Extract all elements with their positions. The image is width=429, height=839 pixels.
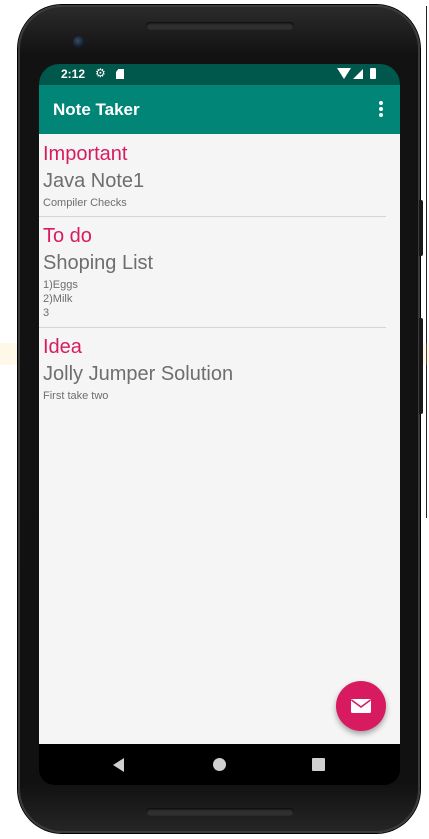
status-time: 2:12 — [61, 67, 86, 81]
email-icon — [351, 699, 371, 713]
note-item[interactable]: Idea Jolly Jumper Solution First take tw… — [43, 335, 386, 403]
front-camera — [73, 36, 85, 48]
navigation-bar — [39, 744, 400, 785]
note-item[interactable]: Important Java Note1 Compiler Checks — [43, 142, 386, 210]
app-title: Note Taker — [53, 100, 140, 119]
app-bar: Note Taker — [39, 85, 400, 134]
note-divider — [39, 327, 386, 328]
back-icon[interactable] — [113, 758, 124, 772]
note-body: Compiler Checks — [43, 197, 127, 209]
more-vert-icon[interactable] — [372, 100, 390, 120]
note-category: Idea — [43, 336, 82, 358]
signal-icon — [353, 69, 363, 79]
sd-card-icon — [116, 69, 124, 79]
power-button[interactable] — [419, 200, 423, 256]
volume-button[interactable] — [419, 318, 423, 414]
note-divider — [39, 216, 386, 217]
gear-icon: ⚙ — [95, 66, 106, 80]
battery-icon — [370, 68, 376, 79]
top-speaker-grille — [146, 22, 294, 30]
note-category: Important — [43, 143, 128, 165]
recents-icon[interactable] — [312, 758, 325, 771]
note-category: To do — [43, 225, 92, 247]
note-title: Java Note1 — [43, 170, 145, 192]
note-body: 1)Eggs 2)Milk 3 — [43, 279, 78, 319]
notes-list: Important Java Note1 Compiler Checks To … — [39, 134, 400, 744]
wifi-icon — [337, 68, 351, 79]
status-bar: 2:12 ⚙ — [39, 64, 400, 85]
compose-email-button[interactable] — [336, 681, 386, 731]
note-title: Jolly Jumper Solution — [43, 363, 234, 385]
home-icon[interactable] — [213, 758, 226, 771]
background-line — [426, 6, 427, 518]
note-body: First take two — [43, 390, 109, 402]
note-title: Shoping List — [43, 252, 154, 274]
device-screen: 2:12 ⚙ Note Taker Important Java Note1 C… — [39, 64, 400, 785]
bottom-speaker-grille — [146, 808, 294, 816]
note-item[interactable]: To do Shoping List 1)Eggs 2)Milk 3 — [43, 224, 386, 320]
